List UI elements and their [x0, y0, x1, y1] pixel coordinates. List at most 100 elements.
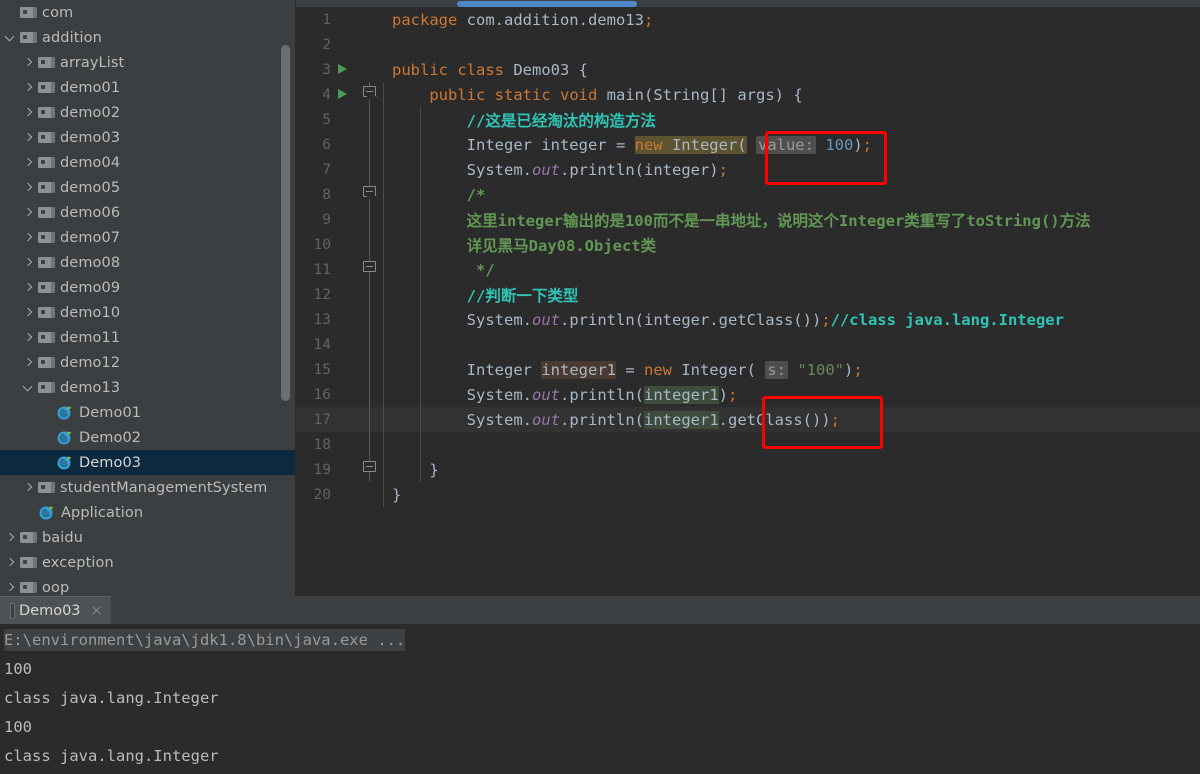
fold-end-icon[interactable]	[363, 261, 376, 272]
chevron-right-icon[interactable]	[4, 581, 17, 594]
code-line[interactable]: 2	[296, 32, 1200, 57]
code-text[interactable]: public static void main(String[] args) {	[388, 86, 802, 104]
code-text[interactable]: /*	[388, 186, 486, 204]
tree-item-demo06[interactable]: demo06	[0, 200, 296, 225]
tree-item-demo01[interactable]: Demo01	[0, 400, 296, 425]
tree-item-demo02[interactable]: Demo02	[0, 425, 296, 450]
tree-item-exception[interactable]: exception	[0, 550, 296, 575]
code-text[interactable]: //这是已经淘汰的构造方法	[388, 109, 656, 131]
code-line[interactable]: 20}	[296, 482, 1200, 507]
tree-item-demo05[interactable]: demo05	[0, 175, 296, 200]
code-text[interactable]: }	[388, 461, 438, 479]
fold-collapse-icon[interactable]	[363, 186, 376, 197]
code-line[interactable]: 14	[296, 332, 1200, 357]
run-play-icon[interactable]	[338, 64, 347, 74]
chevron-down-icon[interactable]	[22, 381, 35, 394]
sidebar-scrollbar-thumb[interactable]	[281, 45, 290, 401]
tree-item-addition[interactable]: addition	[0, 25, 296, 50]
code-line[interactable]: 19 }	[296, 457, 1200, 482]
code-text[interactable]: 这里integer输出的是100而不是一串地址，说明这个Integer类重写了t…	[388, 209, 1091, 231]
code-line[interactable]: 3 public class Demo03 {	[296, 57, 1200, 82]
code-line[interactable]: 9 这里integer输出的是100而不是一串地址，说明这个Integer类重写…	[296, 207, 1200, 232]
code-line[interactable]: 1 package com.addition.demo13;	[296, 7, 1200, 32]
code-editor[interactable]: 1 package com.addition.demo13; 2 3 public cl…	[296, 0, 1200, 596]
code-text[interactable]: //判断一下类型	[388, 284, 579, 306]
tree-item-oop[interactable]: oop	[0, 575, 296, 596]
tree-item-baidu[interactable]: baidu	[0, 525, 296, 550]
code-line[interactable]: 8 /*	[296, 182, 1200, 207]
editor-horizontal-scrollbar-track[interactable]	[296, 0, 1200, 7]
project-tree[interactable]: com addition arrayList demo01 demo02 demo03 de…	[0, 0, 296, 596]
chevron-right-icon[interactable]	[22, 281, 35, 294]
fold-gutter[interactable]	[356, 57, 388, 82]
code-text[interactable]: Integer integer1 = new Integer( s: "100"…	[388, 360, 863, 379]
chevron-right-icon[interactable]	[4, 556, 17, 569]
console-tab-demo03[interactable]: Demo03	[0, 596, 111, 624]
tree-item-demo03[interactable]: demo03	[0, 125, 296, 150]
tree-item-demo13[interactable]: demo13	[0, 375, 296, 400]
code-line[interactable]: 13 System.out.println(integer.getClass()…	[296, 307, 1200, 332]
console-output[interactable]: E:\environment\java\jdk1.8\bin\java.exe …	[0, 624, 1200, 774]
code-line[interactable]: 4 public static void main(String[] args)…	[296, 82, 1200, 107]
code-lines[interactable]: 1 package com.addition.demo13; 2 3 public cl…	[296, 7, 1200, 596]
tree-item-demo10[interactable]: demo10	[0, 300, 296, 325]
tree-item-demo01[interactable]: demo01	[0, 75, 296, 100]
chevron-right-icon[interactable]	[22, 106, 35, 119]
code-text[interactable]: */	[388, 261, 495, 279]
close-icon[interactable]	[90, 604, 103, 617]
run-gutter-icon[interactable]	[334, 82, 356, 107]
code-line[interactable]: 5 //这是已经淘汰的构造方法	[296, 107, 1200, 132]
chevron-right-icon[interactable]	[22, 306, 35, 319]
chevron-right-icon[interactable]	[22, 131, 35, 144]
chevron-right-icon[interactable]	[22, 156, 35, 169]
code-text[interactable]: package com.addition.demo13;	[388, 11, 653, 29]
code-line[interactable]: 15 Integer integer1 = new Integer( s: "1…	[296, 357, 1200, 382]
run-gutter-icon[interactable]	[334, 57, 356, 82]
chevron-right-icon[interactable]	[22, 256, 35, 269]
code-text[interactable]: System.out.println(integer1.getClass());	[388, 410, 840, 429]
tree-item-demo04[interactable]: demo04	[0, 150, 296, 175]
code-text[interactable]: System.out.println(integer.getClass());/…	[388, 311, 1064, 329]
code-text[interactable]: }	[388, 486, 401, 504]
tree-item-demo02[interactable]: demo02	[0, 100, 296, 125]
chevron-down-icon[interactable]	[4, 31, 17, 44]
code-line[interactable]: 18	[296, 432, 1200, 457]
code-line[interactable]: 10 详见黑马Day08.Object类	[296, 232, 1200, 257]
code-text[interactable]: Integer integer = new Integer( value: 10…	[388, 135, 872, 154]
code-text[interactable]: public class Demo03 {	[388, 61, 588, 79]
chevron-right-icon[interactable]	[22, 81, 35, 94]
tree-item-studentmanagementsystem[interactable]: studentManagementSystem	[0, 475, 296, 500]
chevron-right-icon[interactable]	[22, 56, 35, 69]
code-line[interactable]: 17 System.out.println(integer1.getClass(…	[296, 407, 1200, 432]
fold-gutter[interactable]	[356, 32, 388, 57]
code-line[interactable]: 7 System.out.println(integer);	[296, 157, 1200, 182]
code-text[interactable]: System.out.println(integer);	[388, 161, 728, 179]
tree-item-demo08[interactable]: demo08	[0, 250, 296, 275]
code-line[interactable]: 12 //判断一下类型	[296, 282, 1200, 307]
code-text[interactable]: 详见黑马Day08.Object类	[388, 234, 656, 256]
chevron-right-icon[interactable]	[22, 181, 35, 194]
code-line[interactable]: 11 */	[296, 257, 1200, 282]
code-line[interactable]: 6 Integer integer = new Integer( value: …	[296, 132, 1200, 157]
tree-item-demo11[interactable]: demo11	[0, 325, 296, 350]
chevron-right-icon[interactable]	[22, 356, 35, 369]
fold-end-icon[interactable]	[363, 461, 376, 472]
tree-item-com[interactable]: com	[0, 0, 296, 25]
tree-item-arraylist[interactable]: arrayList	[0, 50, 296, 75]
project-tree-sidebar[interactable]: com addition arrayList demo01 demo02 demo03 de…	[0, 0, 296, 596]
tree-item-demo12[interactable]: demo12	[0, 350, 296, 375]
chevron-right-icon[interactable]	[22, 206, 35, 219]
code-line[interactable]: 16 System.out.println(integer1);	[296, 382, 1200, 407]
chevron-right-icon[interactable]	[4, 531, 17, 544]
run-play-icon[interactable]	[338, 89, 347, 99]
tree-item-application[interactable]: Application	[0, 500, 296, 525]
tree-item-demo07[interactable]: demo07	[0, 225, 296, 250]
code-text[interactable]: System.out.println(integer1);	[388, 385, 737, 404]
tree-item-demo09[interactable]: demo09	[0, 275, 296, 300]
fold-gutter[interactable]	[356, 7, 388, 32]
chevron-right-icon[interactable]	[22, 231, 35, 244]
fold-collapse-icon[interactable]	[363, 86, 376, 97]
chevron-right-icon[interactable]	[22, 331, 35, 344]
chevron-right-icon[interactable]	[22, 481, 35, 494]
tree-item-demo03[interactable]: Demo03	[0, 450, 296, 475]
